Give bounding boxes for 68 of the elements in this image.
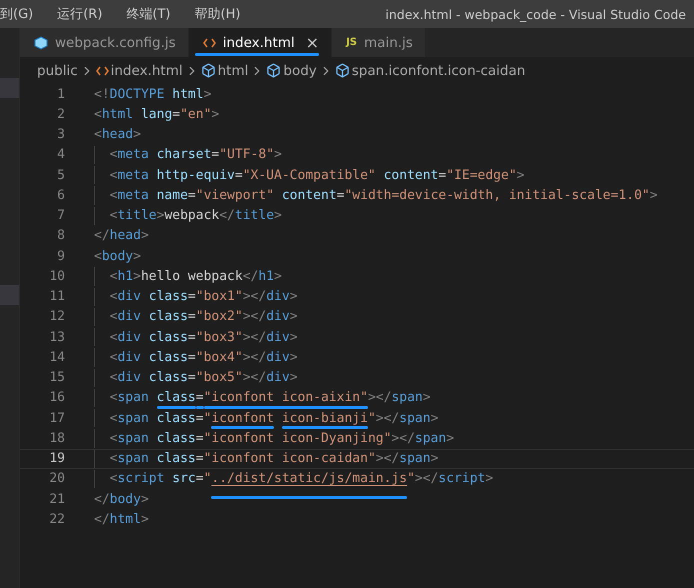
code-line: <script src="../dist/static/js/main.js"></script>: [108, 471, 494, 486]
code-line: <span class="iconfont icon-aixin"></span>: [108, 390, 431, 406]
code-line: <title>webpack</title>: [108, 208, 282, 224]
code-line: <div class="box5"></div>: [108, 370, 298, 386]
breadcrumb-item[interactable]: body: [283, 62, 317, 78]
code-line: </head>: [94, 228, 149, 244]
line-number: 6: [56, 188, 65, 203]
cube-icon: [334, 63, 350, 78]
code-line: <meta charset="UTF-8">: [108, 147, 282, 162]
code-line: <h1>hello webpack</h1>: [108, 268, 282, 284]
code-line: <meta name="viewport" content="width=device-width, initial-scale=1.0">: [108, 188, 658, 203]
line-number: 14: [48, 350, 65, 365]
line-number: 13: [48, 330, 65, 345]
line-number: 2: [56, 106, 65, 122]
menu-item[interactable]: 终端(T): [126, 5, 170, 23]
code-line: <head>: [94, 127, 141, 142]
line-number: 15: [48, 370, 65, 386]
line-number: 22: [48, 512, 65, 527]
menu-item[interactable]: 帮助(H): [194, 5, 240, 23]
line-number: 18: [48, 430, 65, 446]
line-number: 8: [56, 228, 65, 244]
close-icon[interactable]: ×: [306, 33, 320, 52]
line-number: 1: [56, 86, 65, 102]
code-line: <div class="box3"></div>: [108, 330, 298, 345]
line-number: 20: [48, 471, 65, 486]
code-line: <body>: [94, 248, 141, 264]
line-number: 10: [48, 268, 65, 284]
line-number: 7: [56, 208, 65, 224]
code-line: <span class="iconfont icon-Dyanjing"></span>: [108, 430, 454, 446]
line-number: 5: [56, 168, 65, 183]
code-line: <div class="box1"></div>: [108, 289, 298, 304]
cube-icon: [200, 63, 216, 78]
editor-tab[interactable]: webpack.config.js: [20, 28, 189, 57]
line-number: 19: [48, 451, 65, 466]
cube-icon: [266, 63, 282, 78]
line-number: 9: [56, 248, 65, 264]
code-line: <div class="box4"></div>: [108, 350, 298, 365]
breadcrumb-item[interactable]: public: [37, 62, 78, 78]
line-number: 17: [48, 410, 65, 426]
code-line: <html lang="en">: [94, 106, 220, 122]
line-number: 16: [48, 390, 65, 406]
line-number: 21: [48, 492, 65, 507]
code-line: </body>: [94, 492, 149, 507]
code-line: <div class="box2"></div>: [108, 309, 298, 324]
window-title: index.html - webpack_code - Visual Studio Code: [385, 6, 686, 22]
sidebar-item[interactable]: [0, 285, 19, 305]
js-label: JS: [346, 37, 358, 48]
editor-tab[interactable]: JS main.js: [332, 28, 426, 57]
code-brackets-icon: [96, 66, 109, 76]
menu-item[interactable]: 到(G): [0, 5, 34, 23]
code-line: </html>: [94, 512, 149, 527]
code-line: <meta http-equiv="X-UA-Compatible" content="IE=edge">: [108, 168, 524, 183]
sidebar-item[interactable]: [0, 78, 19, 98]
breadcrumb-item[interactable]: span.iconfont.icon-caidan: [352, 62, 526, 78]
line-number: 3: [56, 127, 65, 142]
breadcrumb-item[interactable]: index.html: [110, 62, 183, 78]
breadcrumb-item[interactable]: html: [218, 62, 248, 78]
underline-mark: [211, 426, 274, 429]
line-number: 11: [48, 289, 65, 304]
editor-tab[interactable]: index.html ×: [188, 28, 332, 57]
code-line: <!DOCTYPE html>: [94, 86, 212, 102]
menu-item[interactable]: 运行(R): [57, 5, 102, 23]
code-line: <span class="iconfont icon-bianji"></span>: [108, 410, 438, 426]
line-number: 12: [48, 309, 65, 324]
code-brackets-icon: [202, 38, 216, 48]
code-line: <span class="iconfont icon-caidan"></span>: [108, 451, 438, 466]
line-number: 4: [56, 147, 65, 162]
cube-icon: [34, 36, 48, 50]
